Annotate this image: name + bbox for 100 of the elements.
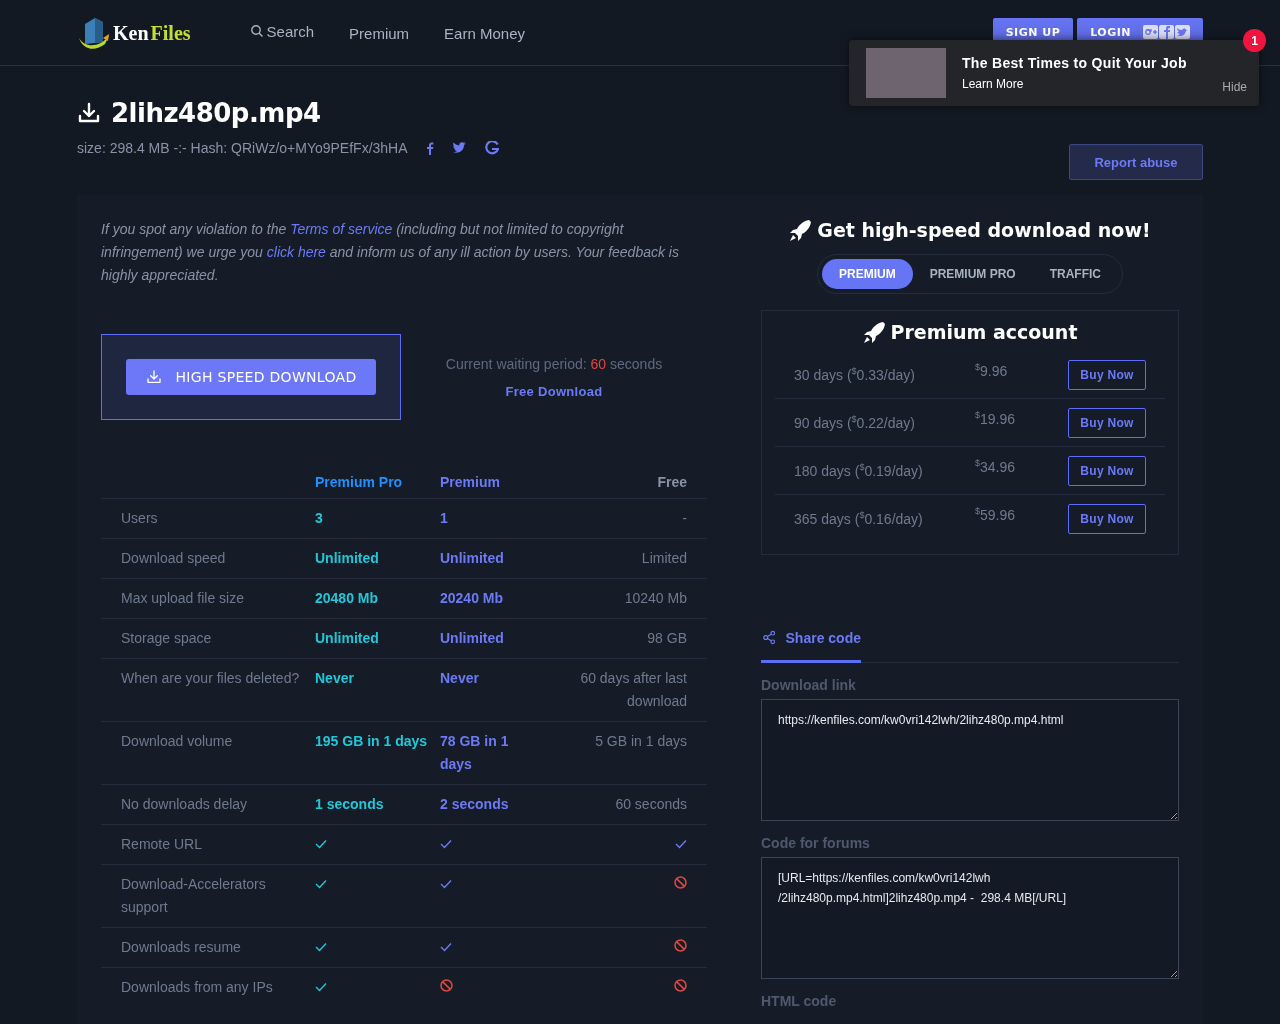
check-icon (675, 839, 687, 849)
table-cell: 60 seconds (552, 784, 707, 825)
table-cell: Downloads resume (101, 927, 315, 968)
search-icon (250, 25, 263, 37)
table-cell: 20480 Mb (315, 578, 440, 619)
table-cell: 20240 Mb (440, 578, 552, 619)
rocket-icon (789, 219, 812, 241)
table-cell: Unlimited (315, 618, 440, 659)
table-cell: Download-Accelerators support (101, 864, 315, 928)
code-field[interactable]: https://kenfiles.com/kw0vri142lwh/2lihz480p.mp4.html (761, 699, 1179, 821)
table-cell: Max upload file size (101, 578, 315, 619)
learn-more-link[interactable]: Learn More (962, 77, 1223, 91)
prohibited-icon (440, 979, 453, 992)
high-speed-download-button[interactable]: HIGH SPEED DOWNLOAD (126, 359, 376, 395)
table-cell: 3 (315, 498, 440, 539)
share-icon (763, 629, 776, 646)
plan-price: $^{$}$59.96 (975, 506, 1017, 523)
table-cell: Storage space (101, 618, 315, 659)
plan-price: $^{$}$34.96 (975, 458, 1017, 475)
table-cell: - (552, 498, 707, 539)
hide-button[interactable]: Hide (1222, 80, 1247, 94)
check-icon (315, 879, 327, 889)
twitter-icon (1175, 25, 1190, 39)
buy-now-button[interactable]: Buy Now (1068, 503, 1146, 534)
plan-period: 30 days ($^{$}$0.33/day) (793, 366, 916, 383)
facebook-icon (1159, 25, 1174, 39)
check-icon (315, 839, 327, 849)
check-icon (315, 942, 327, 952)
buy-now-button[interactable]: Buy Now (1068, 455, 1146, 486)
table-cell: Never (315, 658, 440, 722)
code-field[interactable]: [URL=https://kenfiles.com/kw0vri142lwh /2lihz480p.mp4.html]2lihz480p.mp4 - 298.4 MB[/URL] (761, 857, 1179, 979)
table-cell: Users (101, 498, 315, 539)
table-cell: Downloads from any IPs (101, 967, 315, 1007)
table-cell: Limited (552, 538, 707, 579)
prohibited-icon (674, 939, 687, 952)
table-cell: Unlimited (440, 618, 552, 659)
table-cell: No downloads delay (101, 784, 315, 825)
table-cell: Download volume (101, 721, 315, 785)
buy-now-button[interactable]: Buy Now (1068, 359, 1146, 390)
file-meta: size: 298.4 MB -:- Hash: QRiWz/o+MYo9PEfFx/3hHA (77, 140, 408, 156)
column-header: Free (552, 464, 707, 499)
plan-period: 365 days ($^{$}$0.16/day) (793, 510, 924, 527)
field-label: Download link (761, 677, 857, 693)
google-plus-icon (1143, 25, 1158, 39)
offer-title: Get high-speed download now! (817, 219, 1151, 241)
logo-link[interactable]: KenFiles (77, 16, 191, 50)
check-icon (440, 879, 452, 889)
column-header: Premium Pro (315, 464, 440, 499)
facebook-icon[interactable] (425, 141, 434, 155)
ad-title: The Best Times to Quit Your Job (962, 55, 1188, 71)
plan-tab[interactable]: PREMIUM PRO (912, 259, 1033, 289)
table-cell: Unlimited (315, 538, 440, 579)
waiting-period-text: Current waiting period: 60 seconds (445, 355, 663, 372)
notice-link[interactable]: Terms of service (290, 221, 393, 237)
plan-price: $^{$}$19.96 (975, 410, 1017, 427)
check-icon (315, 982, 327, 992)
plan-tab[interactable]: PREMIUM (822, 259, 913, 289)
nav-link[interactable]: Earn Money (444, 24, 525, 42)
nav-link[interactable]: Premium (349, 24, 410, 42)
table-cell: 98 GB (552, 618, 707, 659)
google-icon[interactable] (484, 141, 499, 155)
table-cell: When are your files deleted? (101, 658, 315, 722)
card-title: Premium account (890, 321, 1078, 343)
plan-period: 180 days ($^{$}$0.19/day) (793, 462, 924, 479)
plan-period: 90 days ($^{$}$0.22/day) (793, 414, 916, 431)
field-label: HTML code (761, 993, 838, 1009)
table-cell: Unlimited (440, 538, 552, 579)
table-cell: Never (440, 658, 552, 722)
file-name: 2lihz480p.mp4 (111, 98, 321, 128)
check-icon (440, 942, 452, 952)
table-cell: Download speed (101, 538, 315, 579)
table-cell: Remote URL (101, 824, 315, 865)
download-icon (77, 101, 101, 125)
table-cell: 5 GB in 1 days (552, 721, 707, 785)
rocket-icon (862, 321, 885, 343)
twitter-icon[interactable] (451, 142, 467, 154)
share-code-tab[interactable]: Share code (761, 621, 861, 663)
plan-tab[interactable]: TRAFFIC (1032, 259, 1118, 289)
notice-paragraph: If you spot any violation to the Terms of service (including but not limited to copyright infringement) we urge you click here and inform us of any ill action by users. Your feedback is highly appreciated. (101, 220, 680, 285)
check-icon (440, 839, 452, 849)
prohibited-icon (674, 979, 687, 992)
notification-badge: 1 (1243, 29, 1266, 52)
table-cell: 60 days after last download (552, 658, 707, 722)
table-cell: 10240 Mb (552, 578, 707, 619)
buildings-logo-icon (77, 16, 111, 50)
table-cell: 1 seconds (315, 784, 440, 825)
download-icon (145, 369, 162, 385)
buy-now-button[interactable]: Buy Now (1068, 407, 1146, 438)
nav-link[interactable]: Search (250, 22, 315, 40)
table-cell: 78 GB in 1 days (440, 721, 552, 785)
table-cell: 2 seconds (440, 784, 552, 825)
table-cell: 195 GB in 1 days (315, 721, 440, 785)
free-download-link[interactable]: Free Download (505, 383, 603, 399)
report-abuse-button[interactable]: Report abuse (1069, 144, 1203, 180)
field-label: Code for forums (761, 835, 871, 851)
plan-price: $^{$}$9.96 (975, 362, 1009, 379)
notice-link[interactable]: click here (266, 244, 326, 260)
table-cell: 1 (440, 498, 552, 539)
column-header: Premium (440, 464, 552, 499)
prohibited-icon (674, 876, 687, 889)
